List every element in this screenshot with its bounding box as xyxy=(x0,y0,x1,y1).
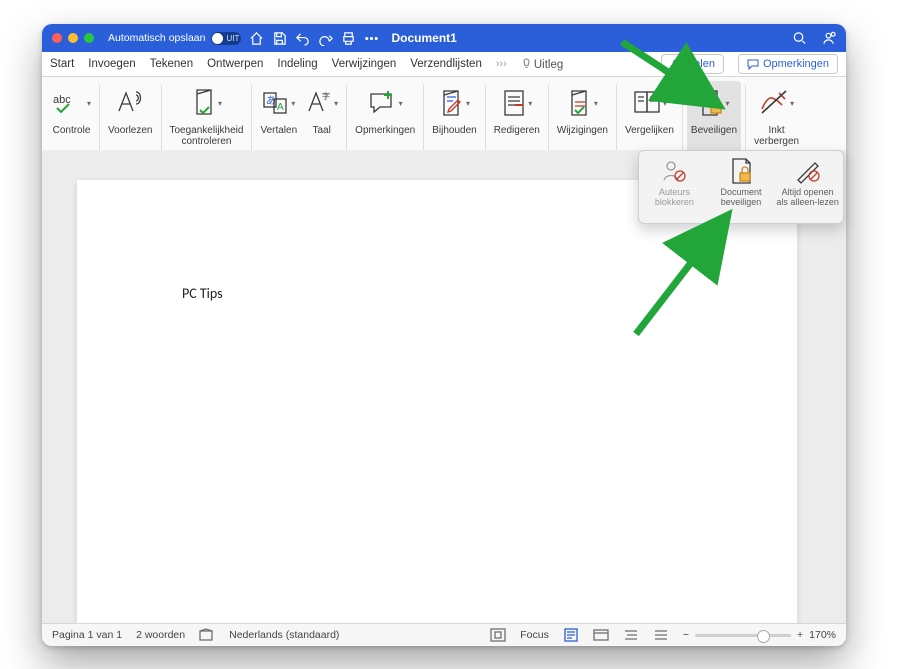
group-redigeren[interactable]: ▾ Redigeren xyxy=(490,81,544,155)
web-layout-icon[interactable] xyxy=(593,628,609,642)
document-title: Document1 xyxy=(391,31,456,45)
hide-ink-icon: ▾ xyxy=(759,83,794,123)
tab-indeling[interactable]: Indeling xyxy=(277,58,317,70)
outline-view-icon[interactable] xyxy=(623,628,639,642)
tab-invoegen[interactable]: Invoegen xyxy=(88,58,135,70)
titlebar: Automatisch opslaan UIT xyxy=(42,24,846,52)
zoom-window-button[interactable] xyxy=(84,33,94,43)
group-controle[interactable]: abc▾ Controle xyxy=(48,81,95,155)
zoom-percent[interactable]: 170% xyxy=(809,629,836,641)
autosave-switch[interactable]: UIT xyxy=(211,32,241,45)
home-icon[interactable] xyxy=(249,31,264,46)
group-taal[interactable]: 字▾ Taal xyxy=(301,81,342,155)
share-button[interactable]: Delen xyxy=(661,54,724,74)
accept-reject-icon: ▾ xyxy=(567,83,598,123)
focus-label[interactable]: Focus xyxy=(520,629,549,641)
zoom-control: − + 170% xyxy=(683,629,836,641)
autosave-label: Automatisch opslaan xyxy=(108,32,205,44)
read-aloud-icon xyxy=(115,83,145,123)
redo-icon[interactable] xyxy=(318,31,333,46)
tab-ontwerpen[interactable]: Ontwerpen xyxy=(207,58,263,70)
ellipsis-icon[interactable] xyxy=(364,31,379,46)
open-readonly-icon xyxy=(795,157,821,185)
ribbon-tabstrip: Start Invoegen Tekenen Ontwerpen Indelin… xyxy=(42,52,846,77)
open-readonly-item[interactable]: Altijd openen als alleen-lezen xyxy=(776,157,839,219)
block-authors-icon xyxy=(661,157,687,185)
zoom-slider[interactable] xyxy=(695,634,791,637)
group-vergelijken[interactable]: ▾ Vergelijken xyxy=(621,81,678,155)
tell-me[interactable]: Uitleg xyxy=(521,58,563,71)
tab-tekenen[interactable]: Tekenen xyxy=(150,58,193,70)
tab-verzendlijsten[interactable]: Verzendlijsten xyxy=(410,58,482,70)
new-comment-icon: ▾ xyxy=(368,83,403,123)
ribbon: abc▾ Controle Voorlezen ▾ Toegankelijkhe… xyxy=(42,77,846,156)
group-beveiligen[interactable]: ▾ Beveiligen xyxy=(687,81,741,155)
status-words[interactable]: 2 woorden xyxy=(136,629,185,641)
svg-text:字: 字 xyxy=(322,91,330,101)
protect-dropdown: Auteurs blokkeren Document beveiligen Al… xyxy=(638,150,844,224)
undo-icon[interactable] xyxy=(295,31,310,46)
group-wijzigingen[interactable]: ▾ Wijzigingen xyxy=(553,81,612,155)
comments-button[interactable]: Opmerkingen xyxy=(738,54,838,74)
account-icon[interactable] xyxy=(821,31,836,46)
draft-view-icon[interactable] xyxy=(653,628,669,642)
svg-text:A: A xyxy=(277,102,284,113)
window-traffic-lights xyxy=(52,33,94,43)
group-inkt[interactable]: ▾ Inkt verbergen xyxy=(750,81,803,155)
status-language[interactable]: Nederlands (standaard) xyxy=(229,629,339,641)
document-page[interactable]: PC Tips xyxy=(77,180,797,624)
translate-icon: あA▾ xyxy=(262,83,295,123)
close-window-button[interactable] xyxy=(52,33,62,43)
group-voorlezen[interactable]: Voorlezen xyxy=(104,81,156,155)
language-icon: 字▾ xyxy=(305,83,338,123)
reviewing-pane-icon: ▾ xyxy=(501,83,532,123)
save-icon[interactable] xyxy=(272,31,287,46)
tab-start[interactable]: Start xyxy=(50,58,74,70)
compare-icon: ▾ xyxy=(632,83,667,123)
protect-icon: ▾ xyxy=(698,83,729,123)
tab-verwijzingen[interactable]: Verwijzingen xyxy=(332,58,397,70)
spellcheck-status-icon[interactable] xyxy=(199,628,215,642)
print-layout-icon[interactable] xyxy=(563,628,579,642)
zoom-in-button[interactable]: + xyxy=(797,629,803,641)
autosave-toggle[interactable]: Automatisch opslaan UIT xyxy=(108,32,241,45)
minimize-window-button[interactable] xyxy=(68,33,78,43)
group-opmerkingen[interactable]: ▾ Opmerkingen xyxy=(351,81,419,155)
document-body-text[interactable]: PC Tips xyxy=(182,285,223,302)
group-toegankelijkheid[interactable]: ▾ Toegankelijkheid controleren xyxy=(166,81,248,155)
group-bijhouden[interactable]: ▾ Bijhouden xyxy=(428,81,480,155)
focus-mode[interactable] xyxy=(490,628,506,642)
status-page[interactable]: Pagina 1 van 1 xyxy=(52,629,122,641)
accessibility-icon: ▾ xyxy=(191,83,222,123)
group-vertalen[interactable]: あA▾ Vertalen xyxy=(256,81,301,155)
zoom-out-button[interactable]: − xyxy=(683,629,689,641)
track-changes-icon: ▾ xyxy=(439,83,470,123)
protect-document-item[interactable]: Document beveiligen xyxy=(709,157,772,219)
print-icon[interactable] xyxy=(341,31,356,46)
spellcheck-icon: abc▾ xyxy=(52,83,91,123)
protect-document-icon xyxy=(729,157,753,185)
tab-overflow-icon[interactable]: ››› xyxy=(496,58,507,70)
statusbar: Pagina 1 van 1 2 woorden Nederlands (sta… xyxy=(42,623,846,646)
search-icon[interactable] xyxy=(792,31,807,46)
block-authors-item: Auteurs blokkeren xyxy=(643,157,706,219)
